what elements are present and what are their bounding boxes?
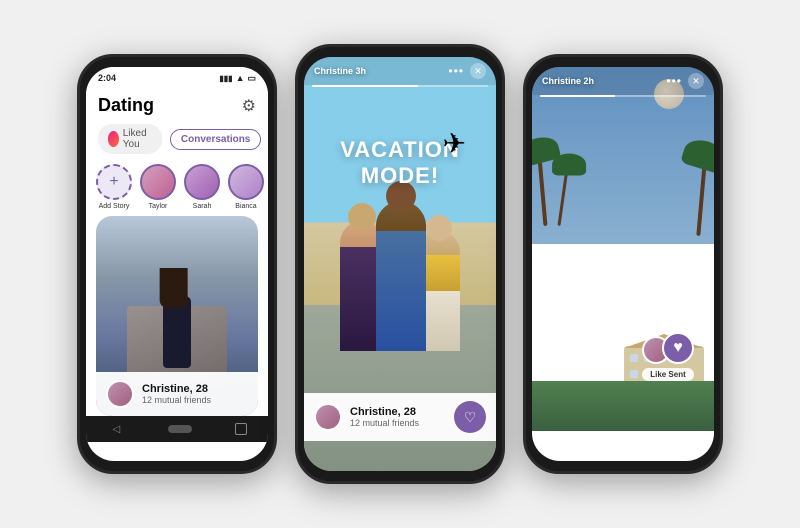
story-avatar-sarah (184, 164, 220, 200)
story-bottom-info: Christine, 28 12 mutual friends (350, 406, 419, 428)
friend-group-visual (340, 201, 460, 351)
story-more-icon-3[interactable]: ••• (666, 74, 682, 88)
story-header-right: ••• ✕ (448, 63, 486, 79)
like-sent-label: Like Sent (642, 368, 694, 381)
lawn-area (532, 381, 714, 431)
conversations-label: Conversations (181, 134, 250, 145)
like-sent-heart: ♥ (662, 332, 694, 364)
story-taylor-label: Taylor (149, 203, 168, 210)
heart-icon: ♡ (464, 409, 477, 426)
airplane-emoji: ✈ (443, 127, 466, 160)
story-bianca-label: Bianca (235, 203, 256, 210)
story-bottom-bar: Christine, 28 12 mutual friends ♡ (304, 393, 496, 441)
profile-name: Christine, 28 (142, 383, 211, 395)
dating-header: Dating ⚙ (86, 89, 268, 120)
palm-left (537, 146, 548, 226)
story-close-button[interactable]: ✕ (470, 63, 486, 79)
window-1 (630, 354, 638, 362)
story-profile-avatar (314, 403, 342, 431)
tabs-row: Liked You Conversations (86, 120, 268, 160)
status-bar-1: 2:04 ▮▮▮ ▲ ▭ (86, 67, 268, 89)
nav-bar-1: ◁ (86, 416, 268, 442)
status-icons: ▮▮▮ ▲ ▭ (219, 73, 256, 84)
story-progress-bar-3 (540, 95, 706, 97)
story-taylor[interactable]: Taylor (140, 164, 176, 210)
like-sent-avatars: ♥ (642, 332, 694, 364)
story-header-2: Christine 3h ••• ✕ (304, 57, 496, 85)
phone-1: 2:04 ▮▮▮ ▲ ▭ Dating ⚙ Liked You Conversa… (77, 54, 277, 474)
story-more-icon[interactable]: ••• (448, 64, 464, 78)
profile-details: Christine, 28 12 mutual friends (142, 383, 211, 405)
profile-mutual: 12 mutual friends (142, 395, 211, 405)
phone-3: Christine 2h ••• ✕ ♥ (523, 54, 723, 474)
profile-mini-avatar (106, 380, 134, 408)
story-progress-bar (312, 85, 488, 87)
friend-3-head (426, 215, 452, 241)
tab-conversations[interactable]: Conversations (170, 129, 261, 150)
story-sarah[interactable]: Sarah (184, 164, 220, 210)
story-profile-name: Christine, 28 (350, 406, 419, 418)
figure-hair (160, 268, 188, 308)
app-title: Dating (98, 95, 154, 116)
story-sarah-label: Sarah (193, 203, 212, 210)
resort-palms (532, 146, 714, 343)
story-avatar-taylor (140, 164, 176, 200)
story-profile-mutual: 12 mutual friends (350, 418, 419, 428)
palm-right (696, 151, 707, 236)
palm-center (557, 161, 569, 226)
story-big-text: VACATION MODE! (304, 137, 496, 189)
story-name-time-2: Christine 3h (314, 66, 366, 76)
story-screen: VACATION MODE! ✈ Christine 3h ••• ✕ (304, 57, 496, 471)
phone-2: VACATION MODE! ✈ Christine 3h ••• ✕ (295, 44, 505, 484)
story-name-time-3: Christine 2h (542, 76, 594, 86)
friends-group (330, 191, 470, 351)
plus-icon: + (109, 173, 118, 191)
profile-photo-area (127, 256, 227, 386)
story-progress-fill (312, 85, 418, 87)
window-4 (630, 370, 638, 378)
battery-icon: ▭ (247, 73, 256, 84)
friend-1-head (348, 203, 376, 231)
story-header-right-3: ••• ✕ (666, 73, 704, 89)
home-button-1[interactable] (168, 425, 192, 433)
gear-icon[interactable]: ⚙ (242, 96, 256, 116)
story-like-button[interactable]: ♡ (454, 401, 486, 433)
resort-screen: Christine 2h ••• ✕ ♥ (532, 67, 714, 461)
story-text-overlay: VACATION MODE! (304, 137, 496, 189)
story-avatar-bianca (228, 164, 264, 200)
stories-row: + Add Story Taylor Sarah Bianca (86, 160, 268, 216)
recents-button-1[interactable] (235, 423, 247, 435)
story-header-3: Christine 2h ••• ✕ (532, 67, 714, 95)
story-progress-fill-3 (540, 95, 615, 97)
story-close-button-3[interactable]: ✕ (688, 73, 704, 89)
liked-avatar (108, 131, 119, 147)
profile-card[interactable]: Christine, 28 12 mutual friends (96, 216, 258, 416)
tab-liked-you[interactable]: Liked You (98, 124, 162, 154)
back-button-1[interactable]: ◁ (107, 420, 125, 438)
story-bottom-left: Christine, 28 12 mutual friends (314, 403, 419, 431)
friend-2 (376, 201, 426, 351)
story-bianca[interactable]: Bianca (228, 164, 264, 210)
story-add-label: Add Story (99, 203, 130, 210)
story-add[interactable]: + Add Story (96, 164, 132, 210)
wifi-icon: ▲ (236, 73, 245, 83)
palm-center-leaves (552, 153, 586, 175)
liked-you-label: Liked You (123, 128, 152, 150)
story-add-circle: + (96, 164, 132, 200)
time-display: 2:04 (98, 73, 116, 83)
heart-filled-icon: ♥ (673, 339, 683, 357)
profile-info-bar: Christine, 28 12 mutual friends (96, 372, 258, 416)
like-sent-overlay: ♥ Like Sent (642, 332, 694, 381)
